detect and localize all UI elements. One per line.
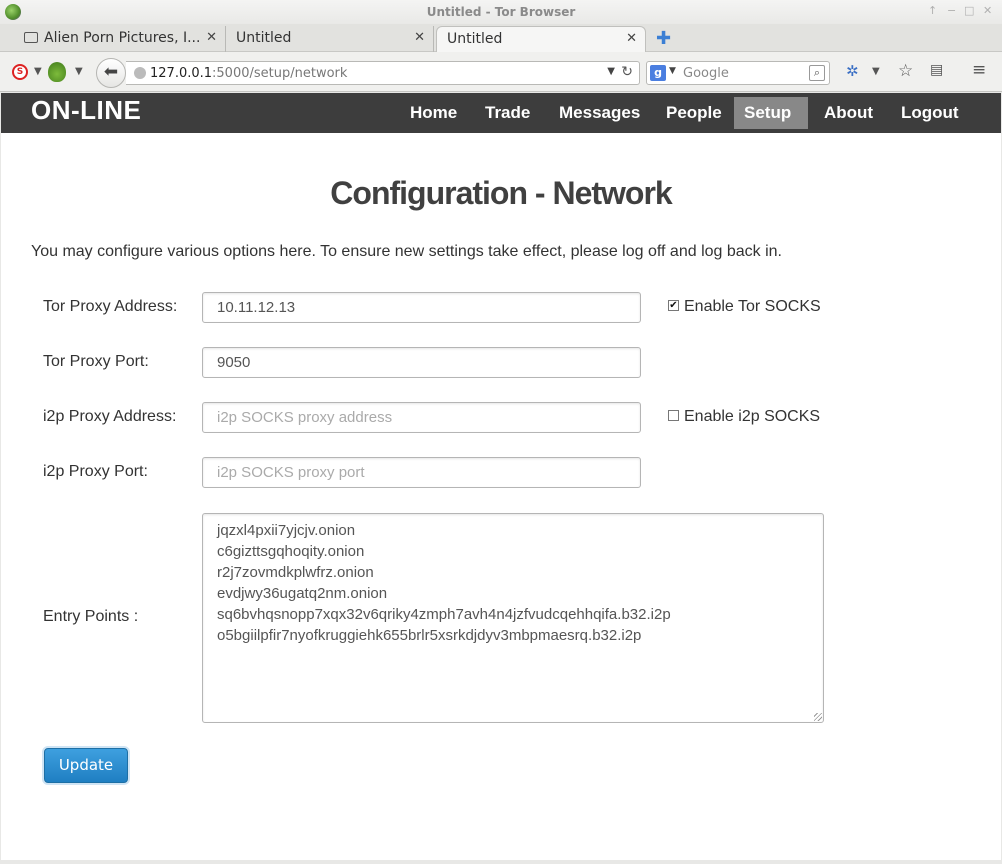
window-titlebar: Untitled - Tor Browser ↑ − □ ✕: [0, 0, 1002, 24]
tab-close-icon[interactable]: ✕: [626, 27, 637, 51]
browser-toolbar: S ▼ ▼ ⬅ 127.0.0.1:5000/setup/network ▼ ↻…: [0, 52, 1002, 92]
https-everywhere-dropdown-icon[interactable]: ▼: [872, 66, 880, 77]
enable-tor-socks-label[interactable]: Enable Tor SOCKS: [684, 298, 821, 316]
entry-point-line: jqzxl4pxii7yjcjv.onion: [217, 522, 356, 539]
noscript-dropdown-icon[interactable]: ▼: [34, 66, 42, 77]
entry-points-label: Entry Points :: [43, 608, 139, 625]
nav-home[interactable]: Home: [400, 97, 467, 129]
tab-label: Alien Porn Pictures, I...: [44, 30, 201, 46]
reader-icon[interactable]: ▤: [930, 62, 943, 78]
star-icon[interactable]: ☆: [898, 61, 913, 81]
https-everywhere-icon[interactable]: ✲: [846, 62, 859, 80]
nav-trade[interactable]: Trade: [475, 97, 540, 129]
nav-messages[interactable]: Messages: [549, 97, 650, 129]
i2p-proxy-address-label: i2p Proxy Address:: [43, 408, 177, 425]
back-arrow-icon[interactable]: ⬅: [96, 58, 126, 88]
hamburger-menu-icon[interactable]: ≡: [972, 60, 986, 80]
search-icon[interactable]: ⌕: [809, 65, 825, 81]
nav-about[interactable]: About: [814, 97, 883, 129]
entry-point-line: o5bgiilpfir7nyofkruggiehk655brlr5xsrkdjd…: [217, 627, 642, 644]
tor-proxy-address-label: Tor Proxy Address:: [43, 298, 178, 315]
entry-point-line: evdjwy36ugatq2nm.onion: [217, 585, 388, 602]
onion-dropdown-icon[interactable]: ▼: [75, 66, 83, 77]
tab-untitled-1[interactable]: Untitled ✕: [226, 26, 434, 52]
tab-close-icon[interactable]: ✕: [206, 26, 217, 50]
site-brand[interactable]: ON-LINE: [31, 95, 141, 126]
page-content: ON-LINE Home Trade Messages People Setup…: [1, 93, 1001, 860]
tab-label: Untitled: [236, 30, 292, 46]
entry-points-textarea[interactable]: jqzxl4pxii7yjcjv.onion c6gizttsgqhoqity.…: [202, 513, 824, 723]
tab-close-icon[interactable]: ✕: [414, 26, 425, 50]
entry-point-line: r2j7zovmdkplwfrz.onion: [217, 564, 374, 581]
url-text[interactable]: 127.0.0.1:5000/setup/network: [150, 66, 347, 81]
tab-untitled-active[interactable]: Untitled ✕: [436, 26, 646, 53]
google-icon[interactable]: g: [650, 65, 666, 81]
window-up-icon[interactable]: ↑: [928, 4, 937, 17]
page-title: Configuration - Network: [330, 175, 672, 211]
globe-icon: [134, 67, 146, 79]
tor-proxy-port-input[interactable]: [202, 347, 641, 378]
intro-text: You may configure various options here. …: [31, 243, 782, 260]
window-title: Untitled - Tor Browser: [426, 5, 576, 19]
i2p-proxy-address-input[interactable]: [202, 402, 641, 433]
nav-setup[interactable]: Setup: [734, 97, 808, 129]
resize-grip-icon[interactable]: [814, 713, 822, 721]
site-header: ON-LINE Home Trade Messages People Setup…: [1, 93, 1001, 133]
tab-alien-porn-pictures[interactable]: Alien Porn Pictures, I... ✕: [14, 26, 226, 52]
new-tab-plus-icon[interactable]: ✚: [656, 28, 671, 49]
search-placeholder: Google: [683, 66, 729, 81]
tor-proxy-address-input[interactable]: [202, 292, 641, 323]
url-bar[interactable]: 127.0.0.1:5000/setup/network ▼ ↻: [126, 61, 640, 85]
entry-point-line: c6gizttsgqhoqity.onion: [217, 543, 365, 560]
enable-i2p-socks-checkbox[interactable]: [668, 410, 679, 421]
enable-i2p-socks-label[interactable]: Enable i2p SOCKS: [684, 408, 820, 426]
i2p-proxy-port-label: i2p Proxy Port:: [43, 463, 148, 480]
nav-logout[interactable]: Logout: [891, 97, 969, 129]
enable-tor-socks-checkbox[interactable]: ✔: [668, 300, 679, 311]
window-minimize-button[interactable]: −: [947, 4, 956, 17]
tor-onion-icon[interactable]: [48, 62, 66, 82]
entry-point-line: sq6bvhqsnopp7xqx32v6qriky4zmph7avh4n4jzf…: [217, 606, 671, 623]
search-engine-dropdown-icon[interactable]: ▼: [669, 66, 676, 76]
window-close-button[interactable]: ✕: [983, 4, 992, 17]
tor-proxy-port-label: Tor Proxy Port:: [43, 353, 149, 370]
camera-icon: [24, 32, 38, 43]
url-history-dropdown-icon[interactable]: ▼: [607, 66, 615, 77]
tab-bar: Alien Porn Pictures, I... ✕ Untitled ✕ U…: [0, 24, 1002, 53]
tab-label: Untitled: [447, 31, 503, 47]
window-maximize-button[interactable]: □: [964, 4, 974, 17]
nav-people[interactable]: People: [656, 97, 732, 129]
noscript-icon[interactable]: S: [12, 64, 28, 80]
i2p-proxy-port-input[interactable]: [202, 457, 641, 488]
search-bar[interactable]: g ▼ Google ⌕: [646, 61, 830, 85]
update-button[interactable]: Update: [44, 748, 128, 783]
reload-icon[interactable]: ↻: [621, 64, 633, 80]
